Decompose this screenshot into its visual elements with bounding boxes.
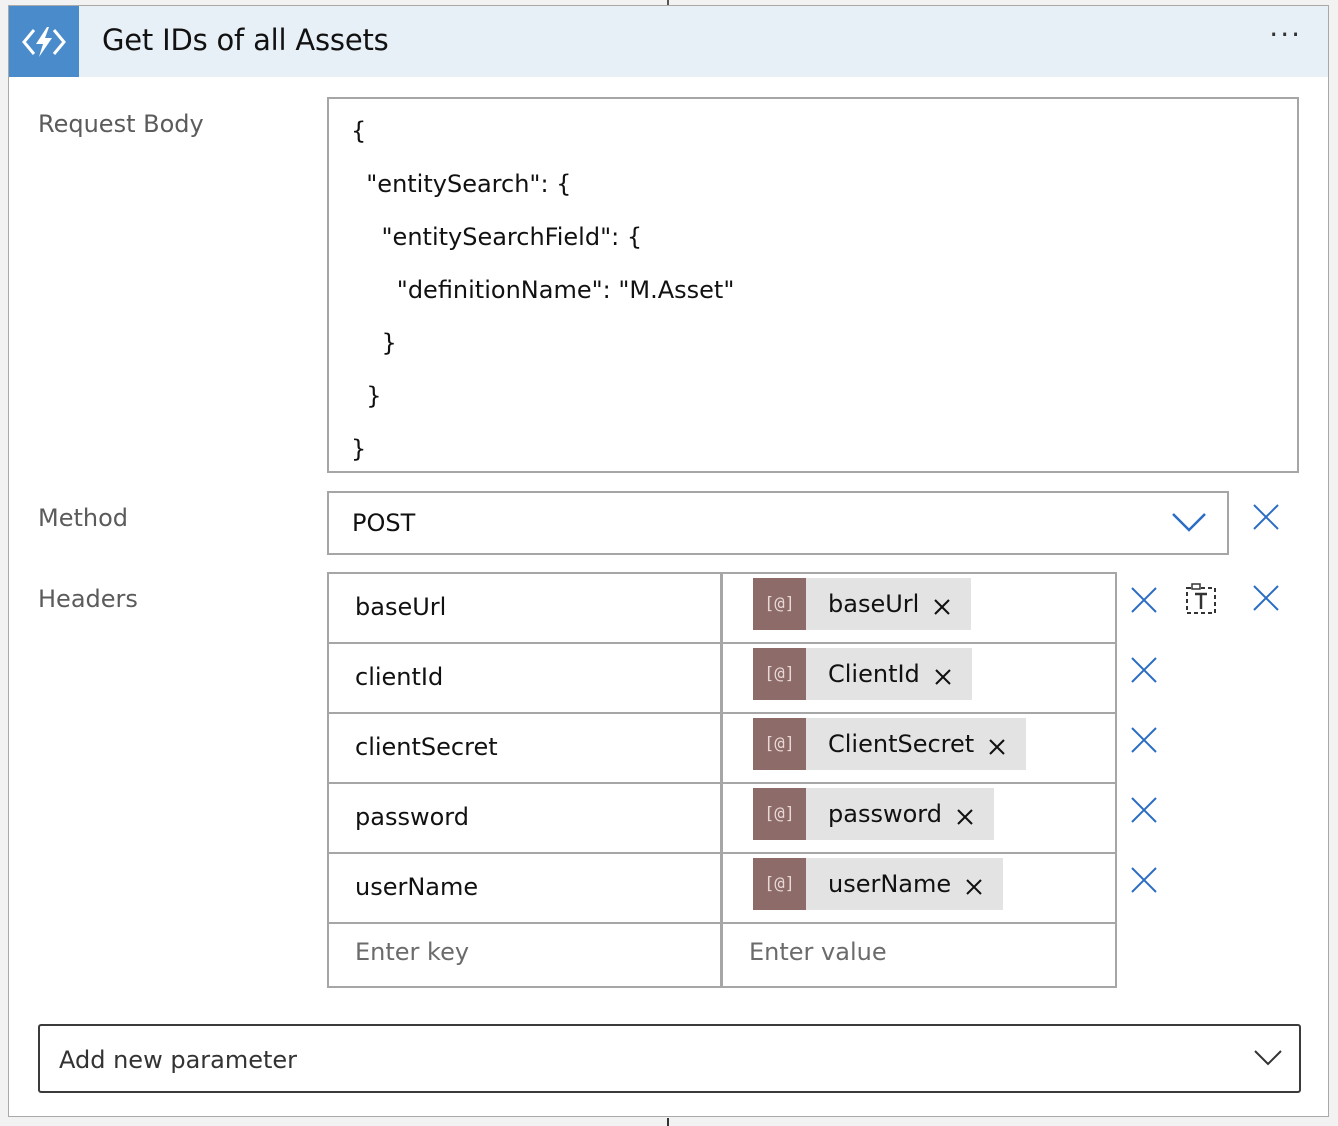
variable-icon: [@] bbox=[753, 788, 806, 840]
header-key-input[interactable]: userName bbox=[355, 873, 478, 901]
azure-function-icon bbox=[9, 6, 79, 77]
new-header-key-input[interactable]: Enter key bbox=[355, 938, 469, 966]
header-key-input[interactable]: clientId bbox=[355, 663, 443, 691]
json-line: } bbox=[351, 329, 397, 357]
chevron-down-icon bbox=[1254, 1050, 1282, 1066]
variable-icon: [@] bbox=[753, 578, 806, 630]
action-title[interactable]: Get IDs of all Assets bbox=[102, 23, 389, 57]
json-line: "definitionName": "M.Asset" bbox=[351, 276, 735, 304]
variable-icon: [@] bbox=[753, 648, 806, 700]
flow-connector-bottom bbox=[667, 1118, 669, 1126]
dynamic-content-token[interactable]: [@] userName bbox=[753, 858, 1004, 910]
remove-headers-icon[interactable] bbox=[1252, 584, 1280, 612]
json-line: { bbox=[351, 117, 367, 145]
variable-icon: [@] bbox=[753, 718, 806, 770]
token-label: baseUrl bbox=[828, 590, 920, 618]
json-line: } bbox=[351, 435, 367, 463]
dynamic-content-token[interactable]: [@] baseUrl bbox=[753, 578, 972, 630]
remove-header-icon[interactable] bbox=[1130, 796, 1158, 824]
token-label: userName bbox=[828, 870, 952, 898]
header-key-input[interactable]: clientSecret bbox=[355, 733, 498, 761]
column-divider bbox=[720, 924, 723, 988]
dynamic-content-token[interactable]: [@] password bbox=[753, 788, 994, 840]
table-row: clientSecret [@] ClientSecret bbox=[329, 714, 1115, 784]
method-dropdown[interactable]: POST bbox=[327, 491, 1229, 555]
header-key-input[interactable]: baseUrl bbox=[355, 593, 446, 621]
remove-header-icon[interactable] bbox=[1130, 656, 1158, 684]
column-divider bbox=[720, 644, 723, 712]
table-row: password [@] password bbox=[329, 784, 1115, 854]
remove-header-icon[interactable] bbox=[1130, 586, 1158, 614]
remove-token-icon[interactable] bbox=[956, 808, 974, 826]
headers-label: Headers bbox=[38, 585, 138, 613]
add-new-parameter-label: Add new parameter bbox=[59, 1046, 298, 1074]
table-row: clientId [@] ClientId bbox=[329, 644, 1115, 714]
json-line: "entitySearchField": { bbox=[351, 223, 643, 251]
request-body-editor[interactable]: { "entitySearch": { "entitySearchField":… bbox=[327, 97, 1299, 473]
token-label: ClientSecret bbox=[828, 730, 975, 758]
json-line: "entitySearch": { bbox=[351, 170, 572, 198]
variable-icon: [@] bbox=[753, 858, 806, 910]
headers-table: baseUrl [@] baseUrl clientId [@] ClientI… bbox=[327, 572, 1117, 988]
method-value: POST bbox=[352, 509, 416, 537]
more-options-button[interactable]: ··· bbox=[1269, 18, 1302, 51]
remove-token-icon[interactable] bbox=[933, 598, 951, 616]
remove-method-icon[interactable] bbox=[1252, 503, 1280, 531]
dynamic-content-token[interactable]: [@] ClientSecret bbox=[753, 718, 1027, 770]
remove-header-icon[interactable] bbox=[1130, 866, 1158, 894]
request-body-label: Request Body bbox=[38, 110, 204, 138]
table-row: userName [@] userName bbox=[329, 854, 1115, 924]
json-line: } bbox=[351, 382, 382, 410]
remove-token-icon[interactable] bbox=[965, 878, 983, 896]
dynamic-content-token[interactable]: [@] ClientId bbox=[753, 648, 972, 700]
token-label: ClientId bbox=[828, 660, 920, 688]
header-key-input[interactable]: password bbox=[355, 803, 469, 831]
new-header-value-input[interactable]: Enter value bbox=[749, 938, 887, 966]
column-divider bbox=[720, 854, 723, 922]
switch-to-text-mode-icon[interactable] bbox=[1184, 582, 1218, 616]
method-label: Method bbox=[38, 504, 129, 532]
action-card: Get IDs of all Assets ··· Request Body {… bbox=[8, 5, 1329, 1117]
token-label: password bbox=[828, 800, 942, 828]
remove-header-icon[interactable] bbox=[1130, 726, 1158, 754]
chevron-down-icon bbox=[1172, 513, 1206, 532]
add-new-parameter-dropdown[interactable]: Add new parameter bbox=[38, 1024, 1301, 1093]
column-divider bbox=[720, 574, 723, 642]
action-header[interactable]: Get IDs of all Assets ··· bbox=[9, 6, 1328, 77]
table-row: baseUrl [@] baseUrl bbox=[329, 574, 1115, 644]
table-row: Enter key Enter value bbox=[329, 924, 1115, 988]
column-divider bbox=[720, 784, 723, 852]
column-divider bbox=[720, 714, 723, 782]
remove-token-icon[interactable] bbox=[988, 738, 1006, 756]
remove-token-icon[interactable] bbox=[934, 668, 952, 686]
